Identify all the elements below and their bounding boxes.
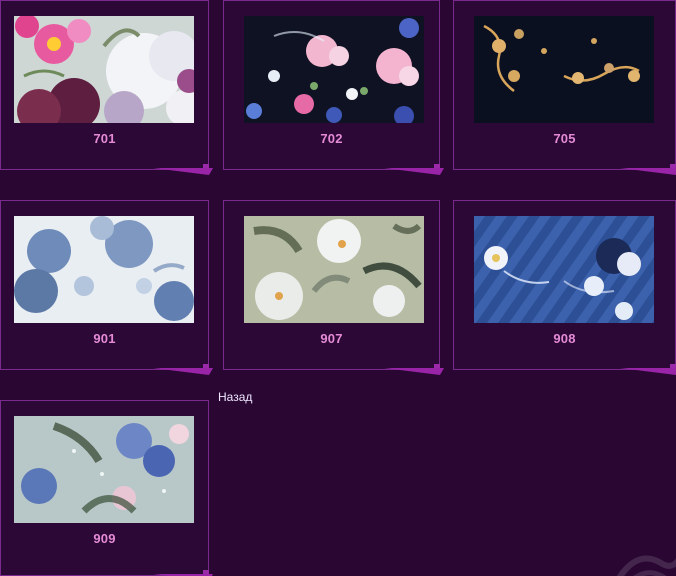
card-corner-accent <box>203 364 209 370</box>
fabric-card-702[interactable]: 702 <box>223 0 440 170</box>
fabric-swatch-701[interactable] <box>14 16 194 123</box>
fabric-card-908[interactable]: 908 <box>453 200 676 370</box>
fabric-code-label[interactable]: 701 <box>1 131 208 146</box>
card-corner-accent <box>434 364 440 370</box>
fabric-card-901[interactable]: 901 <box>0 200 209 370</box>
fabric-swatch-908[interactable] <box>474 216 654 323</box>
card-corner-accent <box>670 164 676 170</box>
fabric-code-label[interactable]: 908 <box>454 331 675 346</box>
fabric-code-label[interactable]: 909 <box>1 531 208 546</box>
fabric-swatch-705[interactable] <box>474 16 654 123</box>
back-link[interactable]: Назад <box>218 390 252 404</box>
fabric-swatch-702[interactable] <box>244 16 424 123</box>
fabric-swatch-901[interactable] <box>14 216 194 323</box>
card-corner-accent <box>203 164 209 170</box>
fabric-card-701[interactable]: 701 <box>0 0 209 170</box>
fabric-code-label[interactable]: 907 <box>224 331 439 346</box>
card-corner-accent <box>434 164 440 170</box>
fabric-swatch-909[interactable] <box>14 416 194 523</box>
card-corner-accent <box>203 570 209 576</box>
fabric-card-705[interactable]: 705 <box>453 0 676 170</box>
fabric-card-907[interactable]: 907 <box>223 200 440 370</box>
card-corner-accent <box>670 364 676 370</box>
decorative-floral-icon <box>616 555 676 576</box>
fabric-code-label[interactable]: 901 <box>1 331 208 346</box>
fabric-card-909[interactable]: 909 <box>0 400 209 576</box>
fabric-code-label[interactable]: 705 <box>454 131 675 146</box>
fabric-swatch-907[interactable] <box>244 216 424 323</box>
fabric-code-label[interactable]: 702 <box>224 131 439 146</box>
catalog-page: 701 702 705 901 907 908 909 Назад <box>0 0 676 576</box>
